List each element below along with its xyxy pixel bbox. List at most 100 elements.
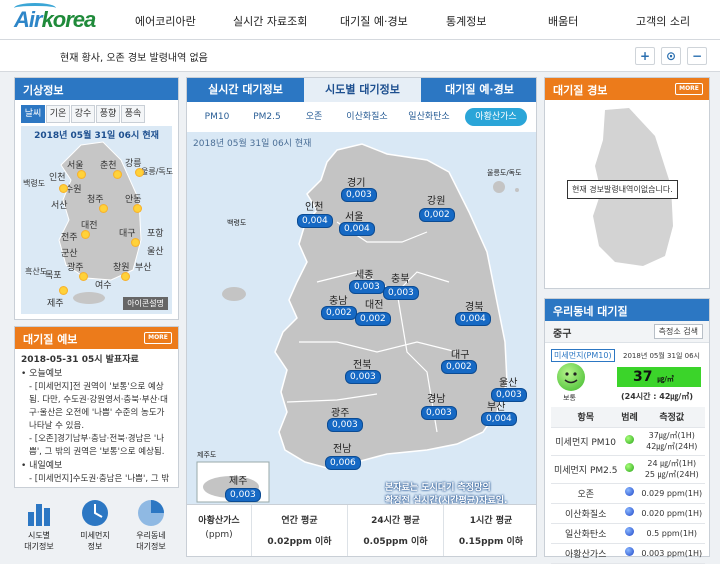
city-ulsan: 울산 <box>147 247 164 257</box>
icon-legend-button[interactable]: 아이콘설명 <box>123 297 168 310</box>
forecast-tomorrow-label: • 내일예보 <box>21 461 63 471</box>
footer-1h: 1시간 평균 0.15ppm 이하 <box>443 505 536 556</box>
subtab-co[interactable]: 일산화탄소 <box>401 108 457 126</box>
region-jeonnam: 전남 <box>333 444 352 455</box>
footer-annual: 연간 평균 0.02ppm 이하 <box>251 505 347 556</box>
tab-precipitation[interactable]: 강수 <box>71 105 95 123</box>
sunny-icon <box>113 170 122 179</box>
value-chungbuk[interactable]: 0,003 <box>383 286 419 300</box>
quick-pm-info[interactable]: 미세먼지 정보 <box>70 496 120 551</box>
value-busan[interactable]: 0,004 <box>481 412 517 426</box>
nav-customer-voice[interactable]: 고객의 소리 <box>636 13 690 29</box>
value-jeonnam[interactable]: 0,006 <box>325 456 361 470</box>
region-jeonbuk: 전북 <box>353 360 372 371</box>
value-gangwon[interactable]: 0,002 <box>419 208 455 222</box>
subtab-so2[interactable]: 아황산가스 <box>465 108 527 126</box>
local-air-panel: 우리동네 대기질 중구 측정소 검색 미세먼지(PM10) 2018년 05월 … <box>544 298 710 564</box>
value-jeonbuk[interactable]: 0,003 <box>345 370 381 384</box>
value-gyeonggi[interactable]: 0,003 <box>341 188 377 202</box>
value-daejeon[interactable]: 0,002 <box>355 312 391 326</box>
value-daegu[interactable]: 0,002 <box>441 360 477 374</box>
nav-learning[interactable]: 배움터 <box>548 13 578 29</box>
good-dot-icon <box>624 463 634 472</box>
nav-statistics[interactable]: 통계정보 <box>446 13 486 29</box>
location-button[interactable]: ⊙ <box>661 47 681 65</box>
subtab-pm25[interactable]: PM2.5 <box>247 108 287 126</box>
tab-wind-direction[interactable]: 풍향 <box>96 105 120 123</box>
table-row: 미세먼지 PM2.5 24 ㎍/㎥(1H) 25 ㎍/㎥(24H) <box>551 455 705 484</box>
tab-sido-air[interactable]: 시도별 대기정보 <box>304 78 421 102</box>
value-jeju[interactable]: 0,003 <box>225 488 261 502</box>
subtab-ozone[interactable]: 오존 <box>297 108 331 126</box>
alert-panel: 대기질 경보 MORE 현재 경보발령내역이없습니다. <box>544 77 710 289</box>
tab-weather[interactable]: 날씨 <box>21 105 45 123</box>
value-chungnam[interactable]: 0,002 <box>321 306 357 320</box>
nav-forecast[interactable]: 대기질 예·경보 <box>340 13 408 29</box>
city-jeonju: 전주 <box>61 233 78 243</box>
value-sejong[interactable]: 0,003 <box>349 280 385 294</box>
footer-24h: 24시간 평균 0.05ppm 이하 <box>347 505 443 556</box>
th-legend: 범례 <box>620 407 639 428</box>
weather-title: 기상정보 <box>15 78 178 100</box>
forecast-today-pm: - [미세먼지]전 권역이 '보통'으로 예상됨. 다만, 수도권·강원영서·충… <box>29 382 168 431</box>
forecast-tomorrow-pm: - [미세먼지]수도권·충남은 '나쁨', 그 밖 <box>29 474 170 484</box>
top-header: Airkorea 에어코리아란 실시간 자료조회 대기질 예·경보 통계정보 배… <box>0 0 720 40</box>
region-incheon: 인천 <box>305 202 324 213</box>
city-baengnyeong: 백령도 <box>23 179 46 188</box>
value-seoul[interactable]: 0,004 <box>339 222 375 236</box>
status-label: 보통 <box>563 394 576 402</box>
th-item: 항목 <box>551 407 621 428</box>
subtab-no2[interactable]: 이산화질소 <box>339 108 395 126</box>
subtab-pm10[interactable]: PM10 <box>197 108 237 126</box>
tab-wind-speed[interactable]: 풍속 <box>121 105 145 123</box>
value-gyeongbuk[interactable]: 0,004 <box>455 312 491 326</box>
sunny-icon <box>81 230 90 239</box>
alert-more-button[interactable]: MORE <box>675 83 703 95</box>
local-title: 우리동네 대기질 <box>545 299 709 321</box>
city-andong: 안동 <box>125 195 142 205</box>
city-daegu: 대구 <box>119 229 136 239</box>
district-name: 중구 <box>553 329 572 340</box>
value-incheon[interactable]: 0,004 <box>297 214 333 228</box>
very-good-dot-icon <box>624 487 634 496</box>
alert-title: 대기질 경보 MORE <box>545 78 709 100</box>
city-yeosu: 여수 <box>95 281 112 291</box>
table-row: 이산화질소 0.020 ppm(1H) <box>551 503 705 524</box>
zoom-in-button[interactable]: + <box>635 47 655 65</box>
city-ulleung: 울릉/독도 <box>141 167 174 176</box>
jeju-box-label: 제주도 <box>197 451 217 459</box>
quick-sido-info[interactable]: 시도별 대기정보 <box>14 496 64 551</box>
value-gwangju[interactable]: 0,003 <box>327 418 363 432</box>
table-row: 아황산가스 0.003 ppm(1H) <box>551 543 705 564</box>
region-seoul: 서울 <box>345 212 364 223</box>
weather-tabs: 날씨 기온 강수 풍향 풍속 <box>21 105 146 123</box>
quick-local-info[interactable]: 우리동네 대기정보 <box>126 496 176 551</box>
local-district-bar: 중구 측정소 검색 <box>545 321 709 343</box>
city-gwangju: 광주 <box>67 263 84 273</box>
nav-realtime[interactable]: 실시간 자료조회 <box>233 13 307 29</box>
forecast-more-button[interactable]: MORE <box>144 332 172 344</box>
zoom-out-button[interactable]: − <box>687 47 707 65</box>
tab-forecast-alert[interactable]: 대기질 예·경보 <box>421 78 536 102</box>
region-daejeon: 대전 <box>365 300 384 311</box>
region-chungnam: 충남 <box>329 296 348 307</box>
sunny-icon <box>59 184 68 193</box>
nav-about[interactable]: 에어코리아란 <box>135 13 196 29</box>
tab-realtime-air[interactable]: 실시간 대기정보 <box>187 78 304 102</box>
notice-bar: 현재 황사, 오존 경보 발령내역 없음 + ⊙ − <box>0 40 720 72</box>
warning-notice: 현재 황사, 오존 경보 발령내역 없음 <box>60 53 208 64</box>
pie-chart-icon <box>136 498 166 528</box>
sunny-icon <box>135 168 144 177</box>
sunny-icon <box>79 272 88 281</box>
tab-temperature[interactable]: 기온 <box>46 105 70 123</box>
forecast-today-ozone: - [오존]경기남부·충남·전북·경남은 '나쁨', 그 밖의 권역은 '보통'… <box>29 434 165 457</box>
station-search-button[interactable]: 측정소 검색 <box>653 324 703 339</box>
region-baengnyeong: 백령도 <box>227 219 247 227</box>
region-gyeongbuk: 경북 <box>465 302 484 313</box>
airkorea-logo[interactable]: Airkorea <box>14 3 96 33</box>
region-gyeonggi: 경기 <box>347 178 366 189</box>
value-gyeongnam[interactable]: 0,003 <box>421 406 457 420</box>
city-daejeon: 대전 <box>81 221 98 231</box>
forecast-body: 2018-05-31 05시 발표자료 • 오늘예보 - [미세먼지]전 권역이… <box>15 349 178 487</box>
clock-icon <box>80 498 110 528</box>
